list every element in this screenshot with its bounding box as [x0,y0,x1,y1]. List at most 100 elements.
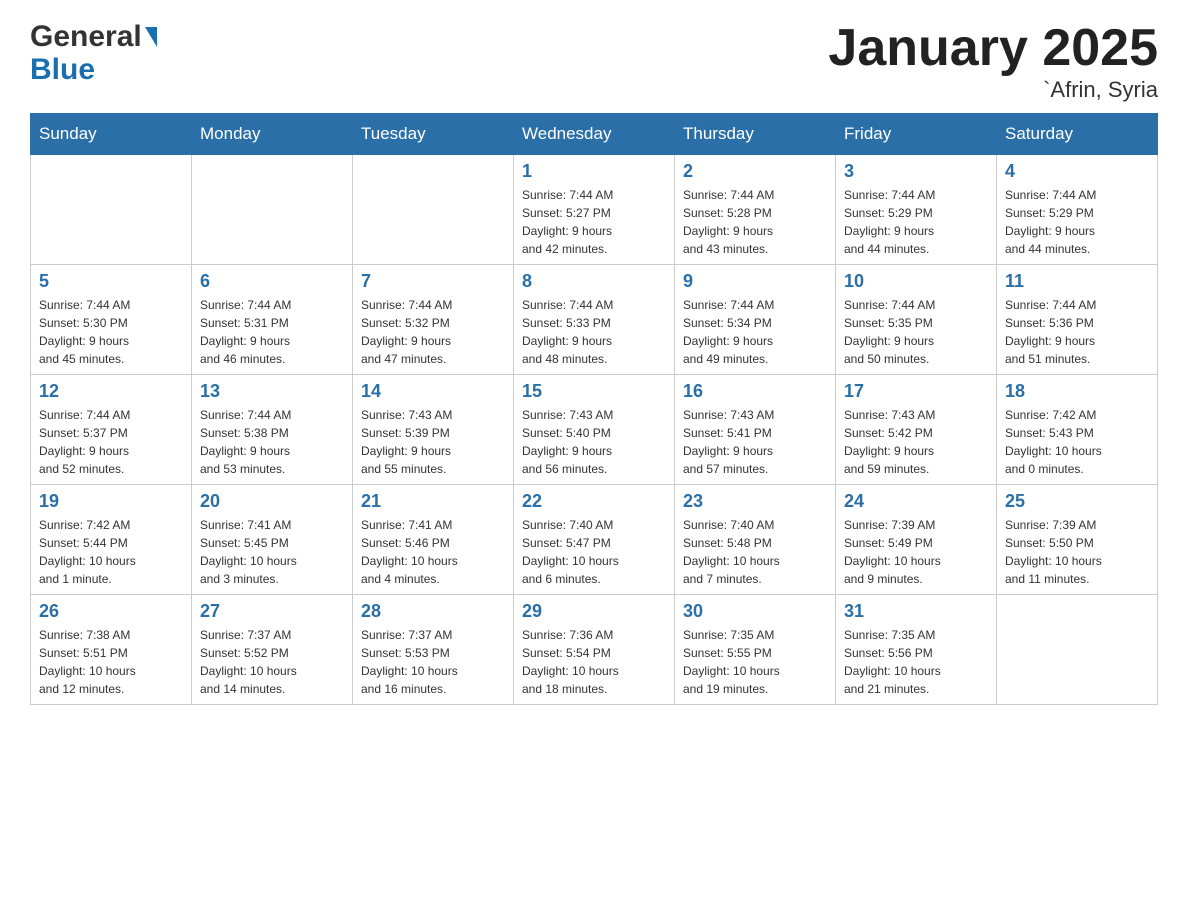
day-info: Sunrise: 7:44 AM Sunset: 5:27 PM Dayligh… [522,186,666,258]
calendar-cell: 30 Sunrise: 7:35 AM Sunset: 5:55 PM Dayli… [675,595,836,705]
calendar-cell: 2 Sunrise: 7:44 AM Sunset: 5:28 PM Daylig… [675,155,836,265]
calendar-cell: 10 Sunrise: 7:44 AM Sunset: 5:35 PM Dayli… [836,265,997,375]
day-number: 4 [1005,161,1149,182]
day-number: 24 [844,491,988,512]
day-info: Sunrise: 7:42 AM Sunset: 5:44 PM Dayligh… [39,516,183,588]
calendar-cell: 25Sunrise: 7:39 AM Sunset: 5:50 PM Dayli… [997,485,1158,595]
calendar-cell: 16 Sunrise: 7:43 AM Sunset: 5:41 PM Dayli… [675,375,836,485]
calendar-cell: 13 Sunrise: 7:44 AM Sunset: 5:38 PM Dayli… [192,375,353,485]
day-info: Sunrise: 7:37 AM Sunset: 5:53 PM Dayligh… [361,626,505,698]
day-info: Sunrise: 7:44 AM Sunset: 5:35 PM Dayligh… [844,296,988,368]
calendar-cell [997,595,1158,705]
day-info: Sunrise: 7:44 AM Sunset: 5:34 PM Dayligh… [683,296,827,368]
day-number: 25 [1005,491,1149,512]
page-header: General Blue January 2025 `Afrin, Syria [30,20,1158,103]
day-info: Sunrise: 7:44 AM Sunset: 5:28 PM Dayligh… [683,186,827,258]
calendar-cell [31,155,192,265]
calendar-week-row: 12 Sunrise: 7:44 AM Sunset: 5:37 PM Dayli… [31,375,1158,485]
weekday-header-friday: Friday [836,114,997,155]
calendar-cell: 9 Sunrise: 7:44 AM Sunset: 5:34 PM Daylig… [675,265,836,375]
calendar-cell: 28 Sunrise: 7:37 AM Sunset: 5:53 PM Dayli… [353,595,514,705]
calendar-cell: 17 Sunrise: 7:43 AM Sunset: 5:42 PM Dayli… [836,375,997,485]
logo-arrow-icon [145,27,157,47]
logo-general: General [30,20,142,53]
day-info: Sunrise: 7:44 AM Sunset: 5:32 PM Dayligh… [361,296,505,368]
calendar-cell: 24 Sunrise: 7:39 AM Sunset: 5:49 PM Dayli… [836,485,997,595]
calendar-cell: 23Sunrise: 7:40 AM Sunset: 5:48 PM Dayli… [675,485,836,595]
calendar-body: 1 Sunrise: 7:44 AM Sunset: 5:27 PM Daylig… [31,155,1158,705]
calendar-cell: 18Sunrise: 7:42 AM Sunset: 5:43 PM Dayli… [997,375,1158,485]
day-info: Sunrise: 7:39 AM Sunset: 5:49 PM Dayligh… [844,516,988,588]
day-number: 22 [522,491,666,512]
weekday-header-saturday: Saturday [997,114,1158,155]
day-number: 15 [522,381,666,402]
title-block: January 2025 `Afrin, Syria [828,20,1158,103]
calendar-cell: 1 Sunrise: 7:44 AM Sunset: 5:27 PM Daylig… [514,155,675,265]
day-info: Sunrise: 7:44 AM Sunset: 5:38 PM Dayligh… [200,406,344,478]
day-number: 14 [361,381,505,402]
calendar-cell: 14 Sunrise: 7:43 AM Sunset: 5:39 PM Dayli… [353,375,514,485]
calendar-header: SundayMondayTuesdayWednesdayThursdayFrid… [31,114,1158,155]
day-info: Sunrise: 7:43 AM Sunset: 5:42 PM Dayligh… [844,406,988,478]
day-number: 5 [39,271,183,292]
calendar-week-row: 1 Sunrise: 7:44 AM Sunset: 5:27 PM Daylig… [31,155,1158,265]
weekday-header-thursday: Thursday [675,114,836,155]
calendar-cell: 20 Sunrise: 7:41 AM Sunset: 5:45 PM Dayli… [192,485,353,595]
day-info: Sunrise: 7:44 AM Sunset: 5:31 PM Dayligh… [200,296,344,368]
logo-blue: Blue [30,53,157,86]
day-info: Sunrise: 7:35 AM Sunset: 5:55 PM Dayligh… [683,626,827,698]
day-number: 30 [683,601,827,622]
calendar-cell: 12 Sunrise: 7:44 AM Sunset: 5:37 PM Dayli… [31,375,192,485]
day-number: 17 [844,381,988,402]
day-number: 6 [200,271,344,292]
day-number: 16 [683,381,827,402]
day-number: 9 [683,271,827,292]
day-number: 7 [361,271,505,292]
calendar-cell: 6 Sunrise: 7:44 AM Sunset: 5:31 PM Daylig… [192,265,353,375]
calendar-cell: 29Sunrise: 7:36 AM Sunset: 5:54 PM Dayli… [514,595,675,705]
calendar-cell: 22 Sunrise: 7:40 AM Sunset: 5:47 PM Dayli… [514,485,675,595]
day-number: 1 [522,161,666,182]
day-info: Sunrise: 7:44 AM Sunset: 5:36 PM Dayligh… [1005,296,1149,368]
day-number: 31 [844,601,988,622]
day-number: 29 [522,601,666,622]
day-info: Sunrise: 7:43 AM Sunset: 5:40 PM Dayligh… [522,406,666,478]
day-info: Sunrise: 7:44 AM Sunset: 5:29 PM Dayligh… [1005,186,1149,258]
day-number: 2 [683,161,827,182]
day-number: 28 [361,601,505,622]
day-number: 10 [844,271,988,292]
calendar-cell: 26 Sunrise: 7:38 AM Sunset: 5:51 PM Dayli… [31,595,192,705]
day-info: Sunrise: 7:43 AM Sunset: 5:41 PM Dayligh… [683,406,827,478]
day-number: 18 [1005,381,1149,402]
day-number: 27 [200,601,344,622]
calendar-cell [353,155,514,265]
day-info: Sunrise: 7:44 AM Sunset: 5:29 PM Dayligh… [844,186,988,258]
weekday-header-sunday: Sunday [31,114,192,155]
day-number: 20 [200,491,344,512]
calendar-cell [192,155,353,265]
day-info: Sunrise: 7:44 AM Sunset: 5:37 PM Dayligh… [39,406,183,478]
weekday-header-wednesday: Wednesday [514,114,675,155]
calendar-week-row: 5Sunrise: 7:44 AM Sunset: 5:30 PM Daylig… [31,265,1158,375]
day-info: Sunrise: 7:38 AM Sunset: 5:51 PM Dayligh… [39,626,183,698]
calendar-week-row: 26 Sunrise: 7:38 AM Sunset: 5:51 PM Dayli… [31,595,1158,705]
day-number: 12 [39,381,183,402]
day-number: 11 [1005,271,1149,292]
day-info: Sunrise: 7:35 AM Sunset: 5:56 PM Dayligh… [844,626,988,698]
day-number: 8 [522,271,666,292]
calendar-cell: 8Sunrise: 7:44 AM Sunset: 5:33 PM Daylig… [514,265,675,375]
day-info: Sunrise: 7:41 AM Sunset: 5:45 PM Dayligh… [200,516,344,588]
day-info: Sunrise: 7:40 AM Sunset: 5:48 PM Dayligh… [683,516,827,588]
calendar-week-row: 19Sunrise: 7:42 AM Sunset: 5:44 PM Dayli… [31,485,1158,595]
day-number: 26 [39,601,183,622]
day-info: Sunrise: 7:37 AM Sunset: 5:52 PM Dayligh… [200,626,344,698]
logo: General Blue [30,20,157,86]
calendar-cell: 27 Sunrise: 7:37 AM Sunset: 5:52 PM Dayli… [192,595,353,705]
day-info: Sunrise: 7:41 AM Sunset: 5:46 PM Dayligh… [361,516,505,588]
day-number: 13 [200,381,344,402]
day-info: Sunrise: 7:43 AM Sunset: 5:39 PM Dayligh… [361,406,505,478]
calendar-cell: 15 Sunrise: 7:43 AM Sunset: 5:40 PM Dayli… [514,375,675,485]
day-number: 3 [844,161,988,182]
weekday-header-row: SundayMondayTuesdayWednesdayThursdayFrid… [31,114,1158,155]
day-info: Sunrise: 7:40 AM Sunset: 5:47 PM Dayligh… [522,516,666,588]
